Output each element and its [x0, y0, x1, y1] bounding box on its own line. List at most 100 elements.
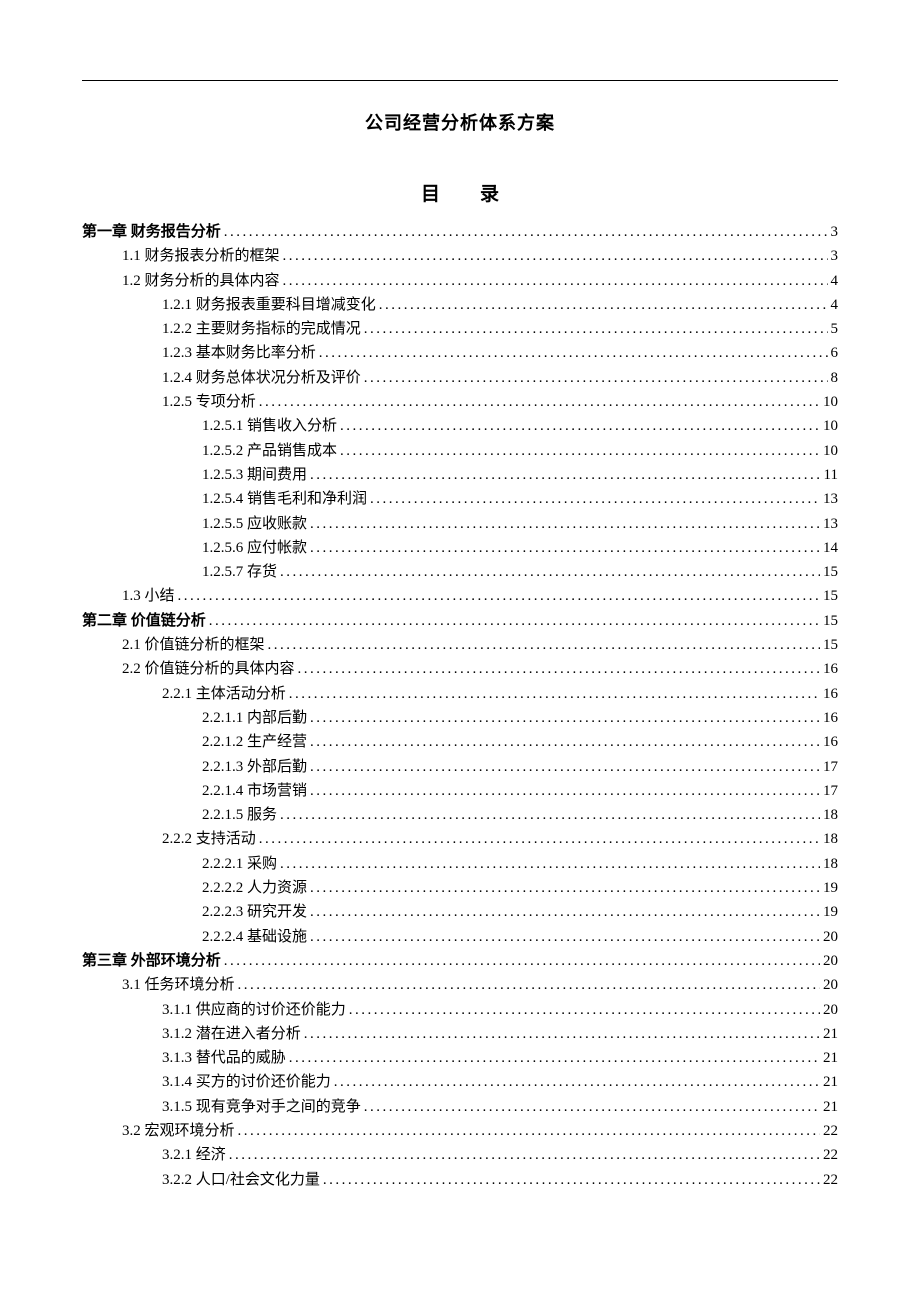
toc-leader-dots: [323, 1168, 820, 1192]
toc-entry: 第一章 财务报告分析 3: [82, 220, 838, 244]
toc-leader-dots: [280, 560, 820, 584]
toc-entry: 2.2.2.4 基础设施 20: [82, 925, 838, 949]
toc-entry-page: 20: [823, 973, 838, 997]
toc-entry-label: 2.2.2.4 基础设施: [202, 925, 307, 949]
toc-entry-label: 3.1.4 买方的讨价还价能力: [162, 1070, 331, 1094]
toc-leader-dots: [229, 1143, 820, 1167]
toc-leader-dots: [310, 925, 820, 949]
toc-leader-dots: [224, 949, 820, 973]
toc-leader-dots: [280, 852, 820, 876]
toc-entry-page: 18: [823, 803, 838, 827]
toc-entry: 2.2.1 主体活动分析 16: [82, 682, 838, 706]
toc-entry-page: 15: [823, 633, 838, 657]
toc-entry-page: 21: [823, 1046, 838, 1070]
toc-entry: 1.2.4 财务总体状况分析及评价8: [82, 366, 838, 390]
toc-entry-page: 20: [823, 925, 838, 949]
toc-leader-dots: [304, 1022, 820, 1046]
toc-leader-dots: [178, 584, 820, 608]
toc-leader-dots: [370, 487, 820, 511]
toc-entry-label: 第三章 外部环境分析: [82, 949, 221, 973]
toc-leader-dots: [364, 1095, 820, 1119]
toc-entry-label: 1.2.5.6 应付帐款: [202, 536, 307, 560]
toc-entry-page: 20: [823, 949, 838, 973]
toc-entry-label: 1.2 财务分析的具体内容: [122, 269, 280, 293]
toc-entry-label: 3.1.2 潜在进入者分析: [162, 1022, 301, 1046]
toc-entry-page: 17: [823, 779, 838, 803]
toc-entry: 3.1 任务环境分析 20: [82, 973, 838, 997]
toc-entry: 1.2.5.1 销售收入分析10: [82, 414, 838, 438]
toc-entry-label: 2.2.1 主体活动分析: [162, 682, 286, 706]
toc-entry-label: 2.2.1.2 生产经营: [202, 730, 307, 754]
toc-leader-dots: [283, 269, 828, 293]
toc-leader-dots: [310, 512, 820, 536]
toc-leader-dots: [259, 390, 820, 414]
toc-entry: 2.2.1.5 服务 18: [82, 803, 838, 827]
toc-entry-label: 3.1.1 供应商的讨价还价能力: [162, 998, 346, 1022]
toc-entry-page: 15: [823, 609, 838, 633]
toc-entry-page: 16: [823, 730, 838, 754]
toc-entry-label: 3.2 宏观环境分析: [122, 1119, 235, 1143]
toc-leader-dots: [283, 244, 828, 268]
toc-entry-label: 1.2.3 基本财务比率分析: [162, 341, 316, 365]
toc-entry-page: 4: [831, 269, 839, 293]
toc-entry: 1.1 财务报表分析的框架3: [82, 244, 838, 268]
toc-leader-dots: [259, 827, 820, 851]
toc-heading-right: 录: [480, 184, 499, 205]
toc-entry-label: 第二章 价值链分析: [82, 609, 206, 633]
toc-entry-page: 22: [823, 1143, 838, 1167]
toc-entry-page: 10: [823, 439, 838, 463]
toc-entry: 1.2 财务分析的具体内容 4: [82, 269, 838, 293]
toc-entry-label: 3.1 任务环境分析: [122, 973, 235, 997]
toc-entry-label: 2.1 价值链分析的框架: [122, 633, 265, 657]
toc-entry-page: 5: [831, 317, 839, 341]
toc-leader-dots: [298, 657, 820, 681]
toc-entry-page: 18: [823, 827, 838, 851]
toc-entry: 3.2.1 经济22: [82, 1143, 838, 1167]
toc-entry-page: 21: [823, 1095, 838, 1119]
toc-entry: 2.2.2.3 研究开发19: [82, 900, 838, 924]
toc-entry-page: 10: [823, 414, 838, 438]
toc-entry: 3.1.4 买方的讨价还价能力21: [82, 1070, 838, 1094]
toc-entry: 1.2.5.4 销售毛利和净利润13: [82, 487, 838, 511]
toc-entry: 3.1.5 现有竞争对手之间的竞争21: [82, 1095, 838, 1119]
toc-entry: 2.2.1.4 市场营销17: [82, 779, 838, 803]
toc-entry: 1.2.5.7 存货15: [82, 560, 838, 584]
toc-entry: 1.2.5 专项分析10: [82, 390, 838, 414]
toc-entry: 2.2.1.1 内部后勤16: [82, 706, 838, 730]
toc-leader-dots: [268, 633, 820, 657]
toc-entry-label: 2.2.1.5 服务: [202, 803, 277, 827]
toc-entry-page: 13: [823, 487, 838, 511]
toc-leader-dots: [364, 366, 828, 390]
table-of-contents: 第一章 财务报告分析31.1 财务报表分析的框架31.2 财务分析的具体内容41…: [82, 220, 838, 1192]
toc-entry-label: 2.2.2.2 人力资源: [202, 876, 307, 900]
toc-leader-dots: [349, 998, 820, 1022]
toc-entry-page: 14: [823, 536, 838, 560]
toc-entry: 3.1.2 潜在进入者分析21: [82, 1022, 838, 1046]
toc-entry-label: 1.2.5.2 产品销售成本: [202, 439, 337, 463]
toc-entry-page: 20: [823, 998, 838, 1022]
toc-entry-label: 2.2.2 支持活动: [162, 827, 256, 851]
toc-entry-page: 15: [823, 584, 838, 608]
toc-entry-page: 16: [823, 682, 838, 706]
toc-entry-page: 6: [831, 341, 839, 365]
top-horizontal-rule: [82, 80, 838, 81]
toc-entry: 第三章 外部环境分析 20: [82, 949, 838, 973]
toc-entry-page: 3: [831, 244, 839, 268]
toc-entry-label: 第一章 财务报告分析: [82, 220, 221, 244]
toc-entry-label: 1.2.5.5 应收账款: [202, 512, 307, 536]
toc-entry-page: 17: [823, 755, 838, 779]
toc-entry-label: 2.2.1.1 内部后勤: [202, 706, 307, 730]
toc-entry-page: 3: [831, 220, 839, 244]
toc-leader-dots: [340, 414, 820, 438]
toc-entry: 3.2 宏观环境分析22: [82, 1119, 838, 1143]
toc-leader-dots: [310, 900, 820, 924]
document-title: 公司经营分析体系方案: [82, 109, 838, 135]
toc-leader-dots: [310, 536, 820, 560]
toc-leader-dots: [280, 803, 820, 827]
toc-leader-dots: [310, 730, 820, 754]
toc-leader-dots: [310, 706, 820, 730]
toc-entry: 1.2.5.5 应收账款13: [82, 512, 838, 536]
toc-leader-dots: [238, 973, 820, 997]
toc-leader-dots: [209, 609, 820, 633]
toc-entry: 3.2.2 人口/社会文化力量22: [82, 1168, 838, 1192]
